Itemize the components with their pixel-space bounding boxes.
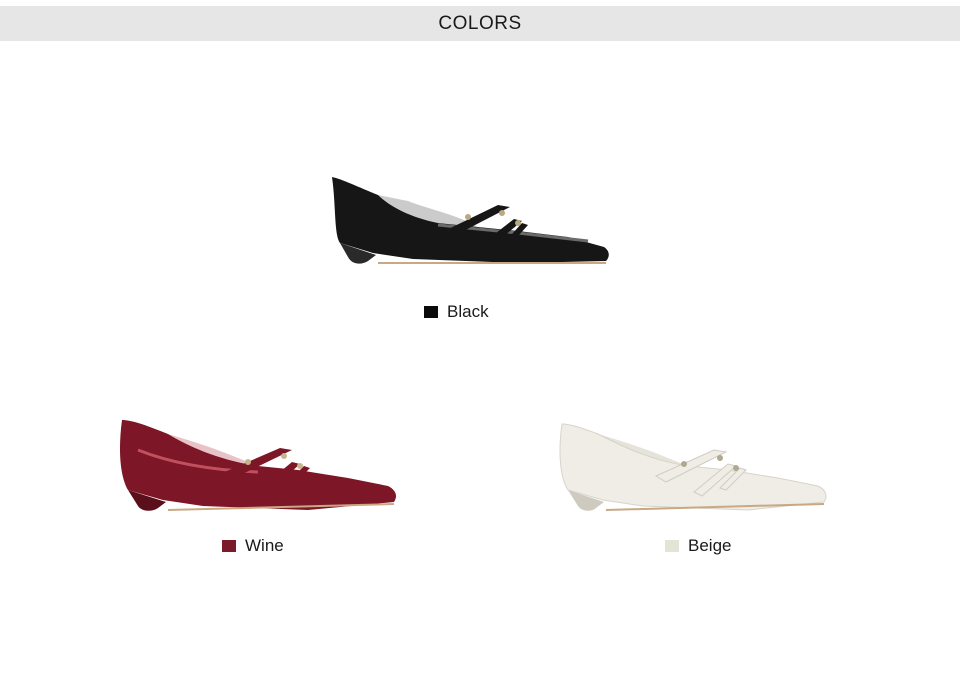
- wine-shoe-image[interactable]: [108, 410, 404, 520]
- colors-header: COLORS: [0, 6, 960, 41]
- wine-swatch: [222, 540, 236, 552]
- beige-shoe-image[interactable]: [548, 412, 834, 522]
- color-option-wine[interactable]: Wine: [222, 536, 284, 556]
- color-option-black[interactable]: Black: [424, 302, 489, 322]
- black-swatch: [424, 306, 438, 318]
- wine-label: Wine: [245, 536, 284, 555]
- beige-label: Beige: [688, 536, 732, 555]
- black-shoe-image[interactable]: [318, 165, 618, 275]
- color-option-beige[interactable]: Beige: [665, 536, 731, 556]
- black-label: Black: [447, 302, 489, 321]
- page-title: COLORS: [438, 12, 522, 34]
- beige-swatch: [665, 540, 679, 552]
